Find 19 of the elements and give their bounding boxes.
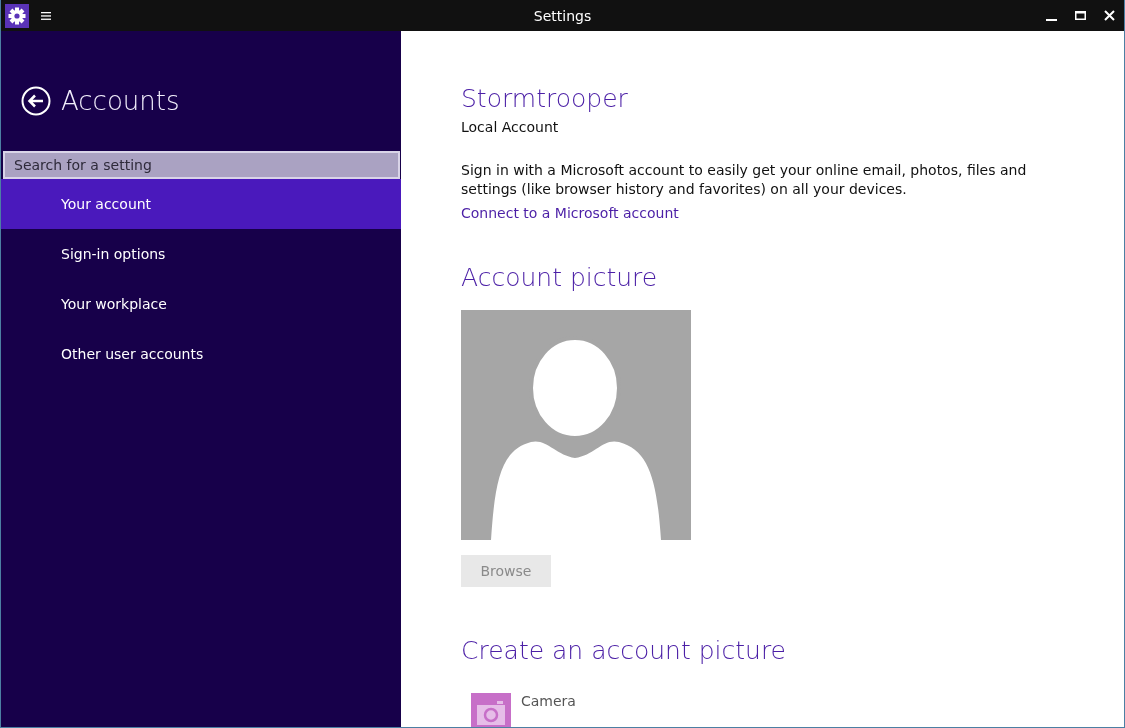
menu-icon[interactable] (41, 11, 51, 20)
section-heading: Create an account picture (461, 635, 787, 667)
close-icon[interactable] (1104, 10, 1115, 21)
maximize-icon[interactable] (1075, 10, 1086, 21)
settings-icon (8, 6, 26, 25)
nav-item[interactable]: Other user accounts (1, 329, 401, 379)
search-field[interactable]: Search for a setting (3, 151, 400, 179)
account-name: Stormtrooper (461, 83, 629, 115)
app-label[interactable]: Camera (521, 693, 576, 709)
account-type: Local Account (461, 119, 560, 135)
nav-item[interactable]: Sign-in options (1, 229, 401, 279)
section-heading: Account picture (461, 262, 659, 294)
window-title: Settings (533, 7, 592, 24)
connect-link[interactable]: Connect to a Microsoft account (461, 205, 679, 221)
page-title: Accounts (61, 86, 180, 116)
settings-button[interactable] (5, 3, 29, 28)
description-text: Sign in with a Microsoft account to easily get your online email, photos, files and settings (like browser history and favorites) on all your devices. (461, 161, 1028, 199)
nav-item[interactable]: Your account (1, 179, 401, 229)
nav-item[interactable]: Your workplace (1, 279, 401, 329)
